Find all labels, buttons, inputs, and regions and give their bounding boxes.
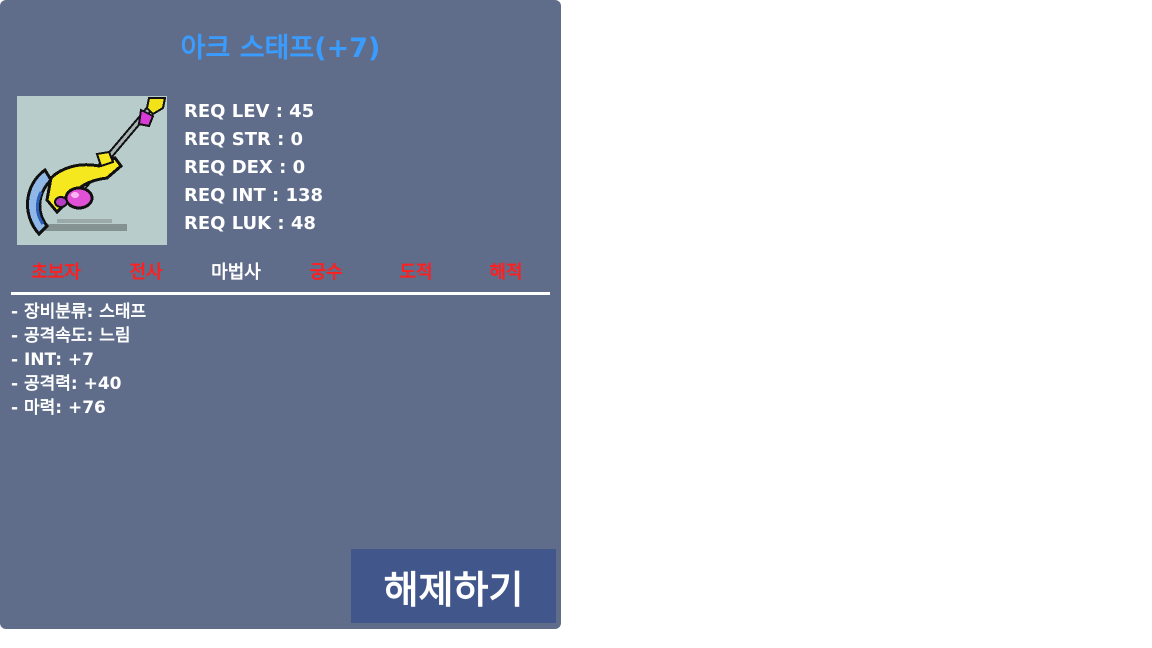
job-warrior: 전사	[129, 262, 163, 283]
job-pirate: 해적	[489, 262, 523, 283]
req-level: REQ LEV : 45	[184, 101, 315, 122]
stat-magic: - 마력: +76	[11, 398, 106, 418]
job-beginner: 초보자	[31, 262, 81, 283]
job-thief: 도적	[399, 262, 433, 283]
item-name: 아크 스태프(+7)	[180, 33, 381, 64]
stat-attack-speed: - 공격속도: 느림	[11, 326, 131, 346]
item-tooltip-panel: 아크 스태프(+7) REQ LEV : 45 REQ STR : 0 REQ …	[0, 0, 561, 629]
item-stats-list: - 장비분류: 스태프 - 공격속도: 느림 - INT: +7 - 공격력: …	[11, 300, 146, 420]
job-restrictions: 초보자 전사 마법사 궁수 도적 해적	[11, 262, 551, 286]
unequip-button[interactable]: 해제하기	[351, 549, 556, 623]
stat-attack: - 공격력: +40	[11, 374, 122, 394]
job-archer: 궁수	[309, 262, 343, 283]
job-magician: 마법사	[211, 262, 261, 283]
req-dex: REQ DEX : 0	[184, 157, 306, 178]
stat-equip-type: - 장비분류: 스태프	[11, 302, 147, 322]
requirement-list: REQ LEV : 45 REQ STR : 0 REQ DEX : 0 REQ…	[184, 98, 323, 238]
item-image-frame	[17, 96, 167, 245]
req-luk: REQ LUK : 48	[184, 213, 316, 234]
divider	[11, 292, 550, 295]
req-int: REQ INT : 138	[184, 185, 324, 206]
req-str: REQ STR : 0	[184, 129, 304, 150]
arc-staff-icon	[26, 97, 167, 237]
stat-int: - INT: +7	[11, 350, 94, 370]
